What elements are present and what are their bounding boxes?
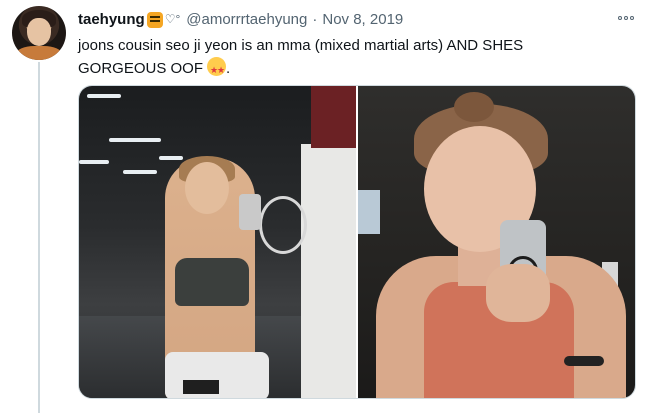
tweet[interactable]: taehyung ♡° @amorrrtaehyung · Nov 8, 201… <box>0 0 648 413</box>
waistband-logo <box>183 380 219 394</box>
photo-left[interactable] <box>79 86 356 398</box>
tweet-text-end: . <box>226 60 231 77</box>
ceiling-light <box>123 170 157 174</box>
shelf <box>358 190 380 234</box>
photo-right[interactable] <box>358 86 635 398</box>
avatar-face <box>27 18 51 46</box>
separator-dot: · <box>312 10 318 28</box>
more-options-icon[interactable] <box>614 8 638 28</box>
ceiling-light <box>109 138 161 142</box>
person-hand <box>486 264 550 322</box>
tweet-header: taehyung ♡° @amorrrtaehyung · Nov 8, 201… <box>78 8 403 30</box>
more-dot <box>630 16 634 20</box>
user-handle[interactable]: @amorrrtaehyung <box>186 11 307 28</box>
more-dot <box>618 16 622 20</box>
more-dot <box>624 16 628 20</box>
avatar-shirt <box>16 46 62 60</box>
fan <box>259 196 307 254</box>
tweet-text-line-2-content: GORGEOUS OOF <box>78 60 204 77</box>
hair-bun <box>454 92 494 122</box>
name-decoration: ♡° <box>164 12 181 26</box>
ceiling-light <box>87 94 121 98</box>
gym-banner <box>311 86 356 148</box>
ceiling-light <box>159 156 183 160</box>
thread-line <box>38 62 40 413</box>
tiger-emoji-icon <box>146 12 163 28</box>
tweet-text-line-1: joons cousin seo ji yeon is an mma (mixe… <box>78 37 524 54</box>
star-struck-emoji-icon <box>207 57 227 82</box>
wristband <box>564 356 604 366</box>
avatar[interactable] <box>12 6 66 60</box>
sports-top <box>175 258 249 306</box>
tweet-text: joons cousin seo ji yeon is an mma (mixe… <box>78 34 598 82</box>
phone <box>239 194 261 230</box>
person-head <box>185 162 229 214</box>
tweet-date[interactable]: Nov 8, 2019 <box>322 11 403 28</box>
media-grid <box>78 85 636 399</box>
gym-wall <box>301 144 356 398</box>
display-name[interactable]: taehyung <box>78 11 145 28</box>
ceiling-light <box>79 160 109 164</box>
tweet-text-line-2: GORGEOUS OOF. <box>78 57 598 82</box>
